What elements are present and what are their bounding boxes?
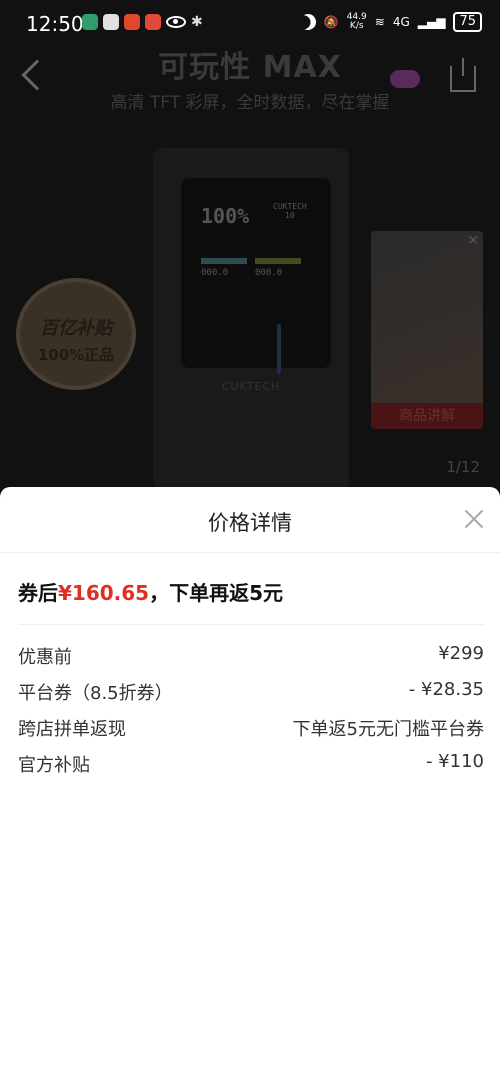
product-screen: 100% CUKTECH 10 000.0 000.0 bbox=[181, 178, 331, 374]
network-type: 4G bbox=[392, 15, 410, 29]
screen-brand-block: CUKTECH 10 bbox=[273, 202, 307, 220]
video-label: 商品讲解 bbox=[371, 403, 483, 429]
price-breakdown: 优惠前 ¥299 平台券（8.5折券） - ¥28.35 跨店拼单返现 下单返5… bbox=[18, 643, 484, 787]
video-thumbnail bbox=[371, 231, 483, 403]
divider bbox=[18, 624, 484, 625]
price-row-original: 优惠前 ¥299 bbox=[18, 643, 484, 679]
wifi-icon: ≋ bbox=[374, 15, 385, 29]
status-time: 12:50 bbox=[26, 12, 84, 36]
screen-brand: CUKTECH bbox=[273, 202, 307, 211]
product-page-background: 12:50 ✱ 🔕 44.9 K/s ≋ 4G ▂▄▆ 75 可玩性 MAX 高… bbox=[0, 0, 500, 490]
eye-icon bbox=[166, 16, 186, 28]
gallery-indicator: 1/12 bbox=[446, 458, 480, 476]
close-icon[interactable]: ✕ bbox=[467, 233, 479, 249]
app-notification-icon bbox=[103, 14, 119, 30]
close-icon[interactable] bbox=[462, 507, 486, 531]
price-row-cashback: 跨店拼单返现 下单返5元无门槛平台券 bbox=[18, 715, 484, 751]
row-label: 平台券（8.5折券） bbox=[18, 683, 173, 704]
price-row-subsidy: 官方补贴 - ¥110 bbox=[18, 751, 484, 787]
price-row-coupon: 平台券（8.5折券） - ¥28.35 bbox=[18, 679, 484, 715]
sheet-title: 价格详情 bbox=[208, 511, 292, 535]
price-detail-sheet: 价格详情 券后¥160.65，下单再返5元 优惠前 ¥299 平台券（8.5折券… bbox=[0, 487, 500, 1083]
badge-line1: 百亿补贴 bbox=[40, 318, 112, 339]
row-label: 优惠前 bbox=[18, 647, 72, 668]
product-light-strip bbox=[277, 324, 281, 374]
summary-prefix: 券后 bbox=[18, 581, 58, 605]
screen-value-right: 000.0 bbox=[255, 268, 283, 278]
row-value: 下单返5元无门槛平台券 bbox=[292, 719, 484, 740]
row-value: - ¥110 bbox=[425, 751, 484, 772]
product-image[interactable]: 100% CUKTECH 10 000.0 000.0 CUKTECH bbox=[153, 148, 349, 490]
divider bbox=[0, 552, 500, 553]
screen-value-left: 000.0 bbox=[201, 268, 229, 278]
signal-icon: ▂▄▆ bbox=[417, 15, 446, 29]
app-notification-icon bbox=[145, 14, 161, 30]
summary-price: ¥160.65 bbox=[58, 581, 150, 605]
badge-line2: 100%正品 bbox=[37, 346, 115, 364]
row-value: - ¥28.35 bbox=[408, 679, 484, 700]
summary-suffix: ，下单再返5元 bbox=[149, 581, 284, 605]
screen-model: 10 bbox=[285, 211, 295, 220]
status-bar: 12:50 ✱ 🔕 44.9 K/s ≋ 4G ▂▄▆ 75 bbox=[0, 0, 500, 48]
row-label: 跨店拼单返现 bbox=[18, 719, 126, 740]
share-icon[interactable] bbox=[450, 58, 476, 92]
hero-title: 可玩性 MAX bbox=[158, 50, 342, 85]
price-summary: 券后¥160.65，下单再返5元 bbox=[18, 577, 283, 606]
product-brand: CUKTECH bbox=[221, 380, 281, 393]
status-right: 🔕 44.9 K/s ≋ 4G ▂▄▆ 75 bbox=[300, 12, 482, 32]
mute-icon: 🔕 bbox=[323, 15, 339, 29]
bluetooth-icon: ✱ bbox=[191, 14, 203, 30]
net-speed: 44.9 K/s bbox=[347, 13, 367, 31]
notification-icons: ✱ bbox=[82, 14, 203, 30]
app-notification-icon bbox=[82, 14, 98, 30]
do-not-disturb-icon bbox=[297, 11, 319, 33]
row-value: ¥299 bbox=[438, 643, 484, 664]
screen-percent: 100% bbox=[201, 204, 250, 228]
row-label: 官方补贴 bbox=[18, 755, 90, 776]
cart-icon[interactable] bbox=[390, 70, 420, 88]
app-notification-icon bbox=[124, 14, 140, 30]
video-card[interactable]: ✕ 商品讲解 bbox=[371, 231, 483, 429]
net-speed-unit: K/s bbox=[349, 21, 364, 31]
hero-subtitle: 高清 TFT 彩屏，全时数据，尽在掌握 bbox=[110, 93, 390, 113]
battery-indicator: 75 bbox=[453, 12, 482, 32]
screen-bar bbox=[201, 258, 247, 264]
screen-bar bbox=[255, 258, 301, 264]
subsidy-badge: 百亿补贴 100%正品 bbox=[16, 278, 136, 390]
